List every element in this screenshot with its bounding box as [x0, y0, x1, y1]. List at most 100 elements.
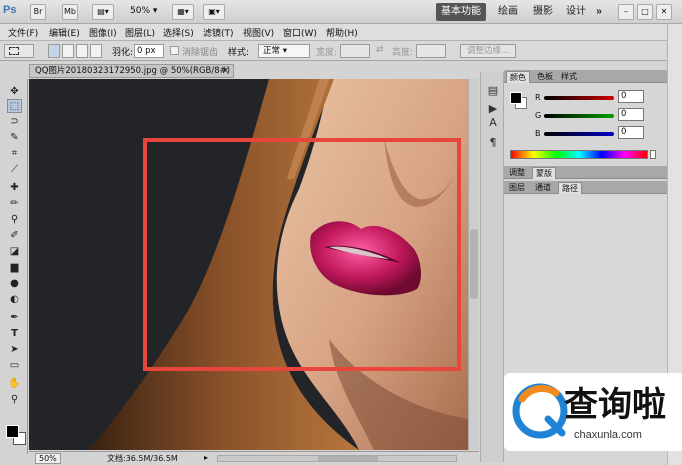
menu-window[interactable]: 窗口(W) — [283, 26, 317, 39]
menu-bar: 文件(F) 编辑(E) 图像(I) 图层(L) 选择(S) 滤镜(T) 视图(V… — [0, 24, 682, 41]
paths-panel-body[interactable] — [504, 196, 667, 376]
width-input[interactable] — [340, 44, 370, 58]
minimize-button[interactable]: – — [618, 4, 634, 20]
menu-view[interactable]: 视图(V) — [243, 26, 274, 39]
workspace-essentials[interactable]: 基本功能 — [436, 3, 486, 21]
more-workspaces-icon[interactable]: » — [592, 3, 606, 21]
character-panel-icon[interactable]: A — [486, 116, 500, 130]
tab-channels[interactable]: 通道 — [532, 182, 554, 194]
tab-adjustments[interactable]: 调整 — [506, 167, 528, 179]
feather-input[interactable]: 0 px — [134, 44, 164, 58]
channel-label-b: B — [535, 129, 541, 138]
quick-selection-tool-icon[interactable]: ✎ — [7, 131, 22, 145]
blue-value-input[interactable]: 0 — [618, 126, 644, 139]
paragraph-panel-icon[interactable]: ¶ — [486, 136, 500, 150]
marquee-preset-icon — [9, 47, 19, 55]
move-tool-icon[interactable]: ✥ — [7, 85, 22, 99]
white-swatch[interactable] — [650, 150, 656, 159]
status-menu-arrow-icon[interactable]: ▸ — [204, 453, 208, 462]
horizontal-scrollbar[interactable] — [217, 455, 457, 462]
document-tab[interactable]: QQ图片20180323172950.jpg @ 50%(RGB/8#) * × — [29, 64, 234, 88]
status-bar: 50% 文档:36.5M/36.5M ▸ — [29, 451, 479, 465]
workspace-design[interactable]: 设计 — [561, 3, 591, 21]
history-panel-icon[interactable]: ▤ — [486, 84, 500, 98]
lasso-tool-icon[interactable]: ⊃ — [7, 115, 22, 129]
arrange-documents-button[interactable]: ▦▾ — [172, 4, 194, 20]
brush-tool-icon[interactable]: ✏ — [7, 197, 22, 211]
document-size-info[interactable]: 文档:36.5M/36.5M — [107, 453, 178, 464]
rectangular-marquee-tool-icon[interactable]: ⬚ — [7, 99, 22, 113]
green-value-input[interactable]: 0 — [618, 108, 644, 121]
menu-filter[interactable]: 滤镜(T) — [203, 26, 234, 39]
menu-image[interactable]: 图像(I) — [89, 26, 117, 39]
watermark-brand-en: chaxunla.com — [574, 429, 642, 441]
gradient-tool-icon[interactable]: ▆ — [7, 261, 22, 275]
mini-bridge-button[interactable]: Mb — [62, 4, 78, 20]
blur-tool-icon[interactable]: ● — [7, 277, 22, 291]
tab-styles[interactable]: 样式 — [558, 71, 580, 83]
eraser-tool-icon[interactable]: ◪ — [7, 245, 22, 259]
path-selection-tool-icon[interactable]: ➤ — [7, 343, 22, 357]
close-window-button[interactable]: ✕ — [656, 4, 672, 20]
vertical-scrollbar[interactable] — [468, 79, 479, 450]
crop-tool-icon[interactable]: ⌗ — [7, 147, 22, 161]
menu-help[interactable]: 帮助(H) — [326, 26, 358, 39]
document-canvas[interactable] — [29, 79, 468, 450]
menu-edit[interactable]: 编辑(E) — [49, 26, 80, 39]
foreground-color-swatch[interactable] — [6, 425, 19, 438]
menu-file[interactable]: 文件(F) — [8, 26, 38, 39]
red-value-input[interactable]: 0 — [618, 90, 644, 103]
photo-image — [29, 79, 468, 450]
green-slider[interactable] — [544, 114, 614, 118]
view-extras-button[interactable]: ▤▾ — [92, 4, 114, 20]
intersect-selection-icon[interactable] — [90, 44, 102, 58]
spot-healing-tool-icon[interactable]: ✚ — [7, 181, 22, 195]
zoom-field[interactable]: 50% — [35, 453, 61, 464]
antialias-label: 消除锯齿 — [182, 48, 219, 58]
height-input[interactable] — [416, 44, 446, 58]
shape-tool-icon[interactable]: ▭ — [7, 359, 22, 373]
restore-button[interactable]: □ — [637, 4, 653, 20]
tab-masks[interactable]: 蒙版 — [532, 167, 556, 179]
zoom-tool-icon[interactable]: ⚲ — [7, 393, 22, 407]
scroll-thumb[interactable] — [470, 229, 478, 299]
close-document-icon[interactable]: × — [222, 65, 229, 77]
color-spectrum-ramp[interactable] — [510, 150, 648, 159]
type-tool-icon[interactable]: T — [7, 327, 22, 341]
hand-tool-icon[interactable]: ✋ — [7, 377, 22, 391]
tab-swatches[interactable]: 色板 — [534, 71, 556, 83]
refine-edge-button[interactable]: 调整边缘... — [460, 44, 516, 58]
workspace-photography[interactable]: 摄影 — [528, 3, 558, 21]
workspace-painting[interactable]: 绘画 — [493, 3, 523, 21]
tab-color[interactable]: 颜色 — [506, 71, 530, 83]
blue-slider[interactable] — [544, 132, 614, 136]
pen-tool-icon[interactable]: ✒ — [7, 311, 22, 325]
h-scroll-thumb[interactable] — [318, 456, 378, 461]
menu-layer[interactable]: 图层(L) — [125, 26, 155, 39]
actions-panel-icon[interactable]: ▶ — [486, 102, 500, 116]
screen-mode-button[interactable]: ▣▾ — [203, 4, 225, 20]
panel-foreground-swatch[interactable] — [510, 92, 522, 104]
bridge-button[interactable]: Br — [30, 4, 46, 20]
style-dropdown[interactable]: 正常 ▾ — [258, 44, 310, 58]
clone-stamp-tool-icon[interactable]: ⚲ — [7, 213, 22, 227]
tab-paths[interactable]: 路径 — [558, 182, 582, 194]
add-to-selection-icon[interactable] — [62, 44, 74, 58]
collapsed-panels-strip: ▤ ▶ A ¶ — [480, 72, 504, 462]
red-slider[interactable] — [544, 96, 614, 100]
swap-icon[interactable]: ⇄ — [376, 45, 384, 55]
antialias-checkbox[interactable] — [170, 46, 179, 55]
tool-options-bar: 羽化: 0 px 消除锯齿 样式: 正常 ▾ 宽度: ⇄ 高度: 调整边缘... — [0, 41, 666, 61]
new-selection-icon[interactable] — [48, 44, 60, 58]
menu-select[interactable]: 选择(S) — [163, 26, 194, 39]
eyedropper-tool-icon[interactable]: ⟋ — [7, 163, 22, 177]
dodge-tool-icon[interactable]: ◐ — [7, 293, 22, 307]
history-brush-tool-icon[interactable]: ✐ — [7, 229, 22, 243]
tool-preset-picker[interactable] — [4, 44, 34, 58]
tab-layers[interactable]: 图层 — [506, 182, 528, 194]
subtract-selection-icon[interactable] — [76, 44, 88, 58]
zoom-level-dropdown[interactable]: 50% ▾ — [130, 6, 157, 16]
height-label: 高度: — [392, 48, 414, 58]
chaxunla-logo-icon — [512, 383, 568, 439]
adjustments-panel-tabs: 调整 蒙版 — [504, 166, 667, 179]
